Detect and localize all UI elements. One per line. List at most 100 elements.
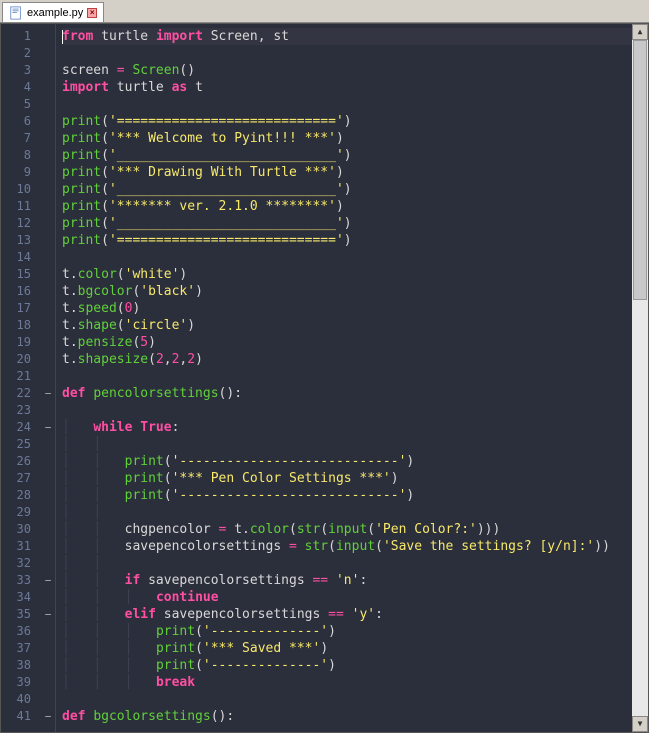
code-area[interactable]: from turtle import Screen, st screen = Sc… bbox=[55, 24, 648, 732]
fold-empty bbox=[41, 623, 55, 640]
fold-toggle-icon[interactable]: − bbox=[41, 419, 55, 436]
token-str: '******* ver. 2.1.0 ********' bbox=[109, 199, 336, 214]
code-line[interactable] bbox=[62, 96, 648, 113]
code-line[interactable]: t.pensize(5) bbox=[62, 334, 648, 351]
line-number: 16 bbox=[7, 283, 31, 300]
scroll-up-button[interactable]: ▲ bbox=[632, 24, 648, 40]
code-line[interactable]: │ while True: bbox=[62, 419, 648, 436]
fold-empty bbox=[41, 130, 55, 147]
code-line[interactable]: │ │ print('----------------------------'… bbox=[62, 487, 648, 504]
token-punc bbox=[344, 607, 352, 622]
fold-empty bbox=[41, 470, 55, 487]
code-line[interactable] bbox=[62, 368, 648, 385]
fold-toggle-icon[interactable]: − bbox=[41, 572, 55, 589]
indent-guide: │ bbox=[62, 539, 93, 554]
code-line[interactable]: t.shapesize(2,2,2) bbox=[62, 351, 648, 368]
code-line[interactable] bbox=[62, 402, 648, 419]
token-num: 5 bbox=[140, 335, 148, 350]
code-line[interactable]: │ │ │ print('--------------') bbox=[62, 657, 648, 674]
code-line[interactable]: print('============================') bbox=[62, 113, 648, 130]
code-line[interactable]: print('____________________________') bbox=[62, 147, 648, 164]
token-kw: as bbox=[172, 80, 188, 95]
fold-empty bbox=[41, 317, 55, 334]
fold-empty bbox=[41, 232, 55, 249]
token-call: print bbox=[156, 624, 195, 639]
token-punc: ) bbox=[179, 267, 187, 282]
token-punc: ( bbox=[101, 216, 109, 231]
fold-toggle-icon[interactable]: − bbox=[41, 385, 55, 402]
code-line[interactable] bbox=[62, 45, 648, 62]
token-op: = bbox=[117, 63, 125, 78]
code-line[interactable]: │ │ │ break bbox=[62, 674, 648, 691]
token-punc: ) bbox=[344, 233, 352, 248]
token-attr: shapesize bbox=[78, 352, 148, 367]
token-ident: savepencolorsettings bbox=[164, 607, 321, 622]
token-punc bbox=[140, 573, 148, 588]
code-line[interactable]: │ │ bbox=[62, 436, 648, 453]
indent-guide: │ bbox=[93, 590, 124, 605]
fold-empty bbox=[41, 453, 55, 470]
code-line[interactable]: │ │ print('----------------------------'… bbox=[62, 453, 648, 470]
token-punc: ) bbox=[336, 165, 344, 180]
token-punc: ) bbox=[195, 284, 203, 299]
token-punc: ( bbox=[164, 471, 172, 486]
token-punc: ( bbox=[375, 539, 383, 554]
code-editor[interactable]: 1234567891011121314151617181920212223242… bbox=[0, 23, 649, 733]
fold-empty bbox=[41, 436, 55, 453]
code-line[interactable]: t.speed(0) bbox=[62, 300, 648, 317]
code-line[interactable]: │ │ │ print('*** Saved ***') bbox=[62, 640, 648, 657]
fold-toggle-icon[interactable]: − bbox=[41, 708, 55, 725]
vertical-scrollbar[interactable]: ▲ ▼ bbox=[632, 24, 648, 732]
close-tab-icon[interactable]: × bbox=[87, 8, 97, 18]
code-line[interactable]: print('*** Welcome to Pyint!!! ***') bbox=[62, 130, 648, 147]
code-line[interactable]: screen = Screen() bbox=[62, 62, 648, 79]
fold-empty bbox=[41, 487, 55, 504]
fold-empty bbox=[41, 334, 55, 351]
code-line[interactable]: print('============================') bbox=[62, 232, 648, 249]
code-line[interactable]: │ │ bbox=[62, 555, 648, 572]
token-ident: turtle bbox=[117, 80, 164, 95]
code-line[interactable]: │ │ savepencolorsettings = str(input('Sa… bbox=[62, 538, 648, 555]
indent-guide: │ bbox=[125, 641, 156, 656]
line-number: 34 bbox=[7, 589, 31, 606]
code-line[interactable] bbox=[62, 691, 648, 708]
code-line[interactable]: def pencolorsettings(): bbox=[62, 385, 648, 402]
code-line[interactable]: │ │ │ continue bbox=[62, 589, 648, 606]
code-line[interactable]: t.color('white') bbox=[62, 266, 648, 283]
token-ident: t bbox=[234, 522, 242, 537]
code-line[interactable]: print('*** Drawing With Turtle ***') bbox=[62, 164, 648, 181]
code-line[interactable]: print('******* ver. 2.1.0 ********') bbox=[62, 198, 648, 215]
code-line[interactable]: def bgcolorsettings(): bbox=[62, 708, 648, 725]
token-punc bbox=[211, 522, 219, 537]
code-line[interactable] bbox=[62, 249, 648, 266]
token-str: '*** Drawing With Turtle ***' bbox=[109, 165, 336, 180]
line-number: 31 bbox=[7, 538, 31, 555]
line-number: 2 bbox=[7, 45, 31, 62]
code-line[interactable]: t.shape('circle') bbox=[62, 317, 648, 334]
code-line[interactable]: │ │ bbox=[62, 504, 648, 521]
code-line[interactable]: │ │ │ print('--------------') bbox=[62, 623, 648, 640]
fold-toggle-icon[interactable]: − bbox=[41, 606, 55, 623]
indent-guide: │ bbox=[62, 590, 93, 605]
code-line[interactable]: print('____________________________') bbox=[62, 215, 648, 232]
code-line[interactable]: import turtle as t bbox=[62, 79, 648, 96]
fold-empty bbox=[41, 96, 55, 113]
code-line[interactable]: from turtle import Screen, st bbox=[62, 28, 648, 45]
scroll-track[interactable] bbox=[632, 40, 648, 716]
code-line[interactable]: print('____________________________') bbox=[62, 181, 648, 198]
code-line[interactable]: │ │ if savepencolorsettings == 'n': bbox=[62, 572, 648, 589]
scroll-thumb[interactable] bbox=[633, 40, 647, 300]
line-number: 11 bbox=[7, 198, 31, 215]
code-line[interactable]: t.bgcolor('black') bbox=[62, 283, 648, 300]
scroll-down-button[interactable]: ▼ bbox=[632, 716, 648, 732]
token-punc: . bbox=[242, 522, 250, 537]
code-line[interactable]: │ │ print('*** Pen Color Settings ***') bbox=[62, 470, 648, 487]
token-punc: : bbox=[359, 573, 367, 588]
code-line[interactable]: │ │ chgpencolor = t.color(str(input('Pen… bbox=[62, 521, 648, 538]
token-punc: ( bbox=[101, 148, 109, 163]
file-tab[interactable]: example.py × bbox=[2, 2, 104, 22]
token-ident: savepencolorsettings bbox=[148, 573, 305, 588]
line-number: 8 bbox=[7, 147, 31, 164]
code-line[interactable]: │ │ elif savepencolorsettings == 'y': bbox=[62, 606, 648, 623]
token-ident: t bbox=[62, 267, 70, 282]
